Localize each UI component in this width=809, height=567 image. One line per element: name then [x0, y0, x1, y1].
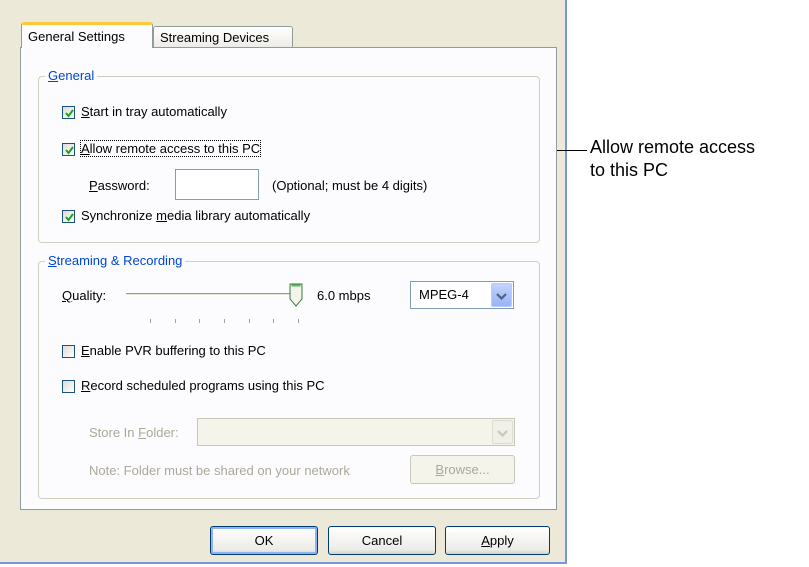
- password-label: Password:: [89, 178, 150, 193]
- sync-media-library-label[interactable]: Synchronize media library automatically: [81, 208, 310, 223]
- check-mark-icon: [65, 213, 74, 222]
- allow-remote-access-label[interactable]: Allow remote access to this PC: [79, 140, 262, 157]
- streaming-group-title: Streaming & Recording: [45, 253, 186, 268]
- slider-tick: [174, 319, 176, 323]
- store-folder-dropdown[interactable]: [197, 418, 515, 446]
- general-group-title: General: [45, 68, 98, 83]
- chevron-down-icon[interactable]: [491, 283, 512, 307]
- quality-slider-thumb[interactable]: [289, 283, 303, 310]
- slider-tick: [199, 319, 201, 323]
- slider-tick: [224, 319, 225, 323]
- record-scheduled-checkbox[interactable]: [62, 380, 75, 393]
- password-input[interactable]: [175, 169, 259, 200]
- enable-pvr-checkbox[interactable]: [62, 345, 75, 358]
- quality-rate-value: 6.0 mbps: [317, 288, 371, 303]
- cancel-button[interactable]: Cancel: [328, 526, 436, 555]
- chevron-down-icon[interactable]: [492, 420, 513, 444]
- tab-streaming-devices[interactable]: Streaming Devices: [153, 26, 293, 48]
- apply-button[interactable]: Apply: [445, 526, 550, 555]
- slider-tick: [298, 319, 299, 323]
- callout-line-2: to this PC: [590, 160, 669, 180]
- slider-tick: [150, 319, 151, 323]
- quality-label: Quality:: [62, 288, 107, 303]
- record-scheduled-label[interactable]: Record scheduled programs using this PC: [81, 378, 325, 393]
- callout-annotation: Allow remote access to this PC: [590, 136, 809, 182]
- password-hint: (Optional; must be 4 digits): [272, 178, 428, 193]
- tab-general-settings[interactable]: General Settings: [21, 22, 153, 48]
- folder-note: Note: Folder must be shared on your netw…: [89, 463, 350, 478]
- sync-media-library-checkbox[interactable]: [62, 210, 75, 223]
- browse-button[interactable]: Browse...: [410, 455, 515, 484]
- tab-general-settings-label: General Settings: [28, 29, 125, 44]
- callout-line-1: Allow remote access: [590, 137, 756, 157]
- start-in-tray-label[interactable]: Start in tray automatically: [81, 104, 227, 119]
- slider-thumb-icon: [289, 283, 303, 307]
- tab-streaming-devices-label: Streaming Devices: [160, 30, 270, 45]
- store-folder-label: Store In Folder:: [89, 425, 179, 440]
- format-dropdown[interactable]: MPEG-4: [410, 281, 514, 309]
- allow-remote-access-checkbox[interactable]: [62, 143, 75, 156]
- slider-tick: [248, 319, 250, 323]
- ok-button[interactable]: OK: [210, 526, 318, 555]
- quality-slider-track[interactable]: [126, 293, 298, 296]
- format-dropdown-value: MPEG-4: [419, 287, 469, 302]
- start-in-tray-checkbox[interactable]: [62, 106, 75, 119]
- check-mark-icon: [65, 109, 74, 118]
- slider-tick: [273, 319, 275, 323]
- check-mark-icon: [65, 146, 74, 155]
- enable-pvr-label[interactable]: Enable PVR buffering to this PC: [81, 343, 266, 358]
